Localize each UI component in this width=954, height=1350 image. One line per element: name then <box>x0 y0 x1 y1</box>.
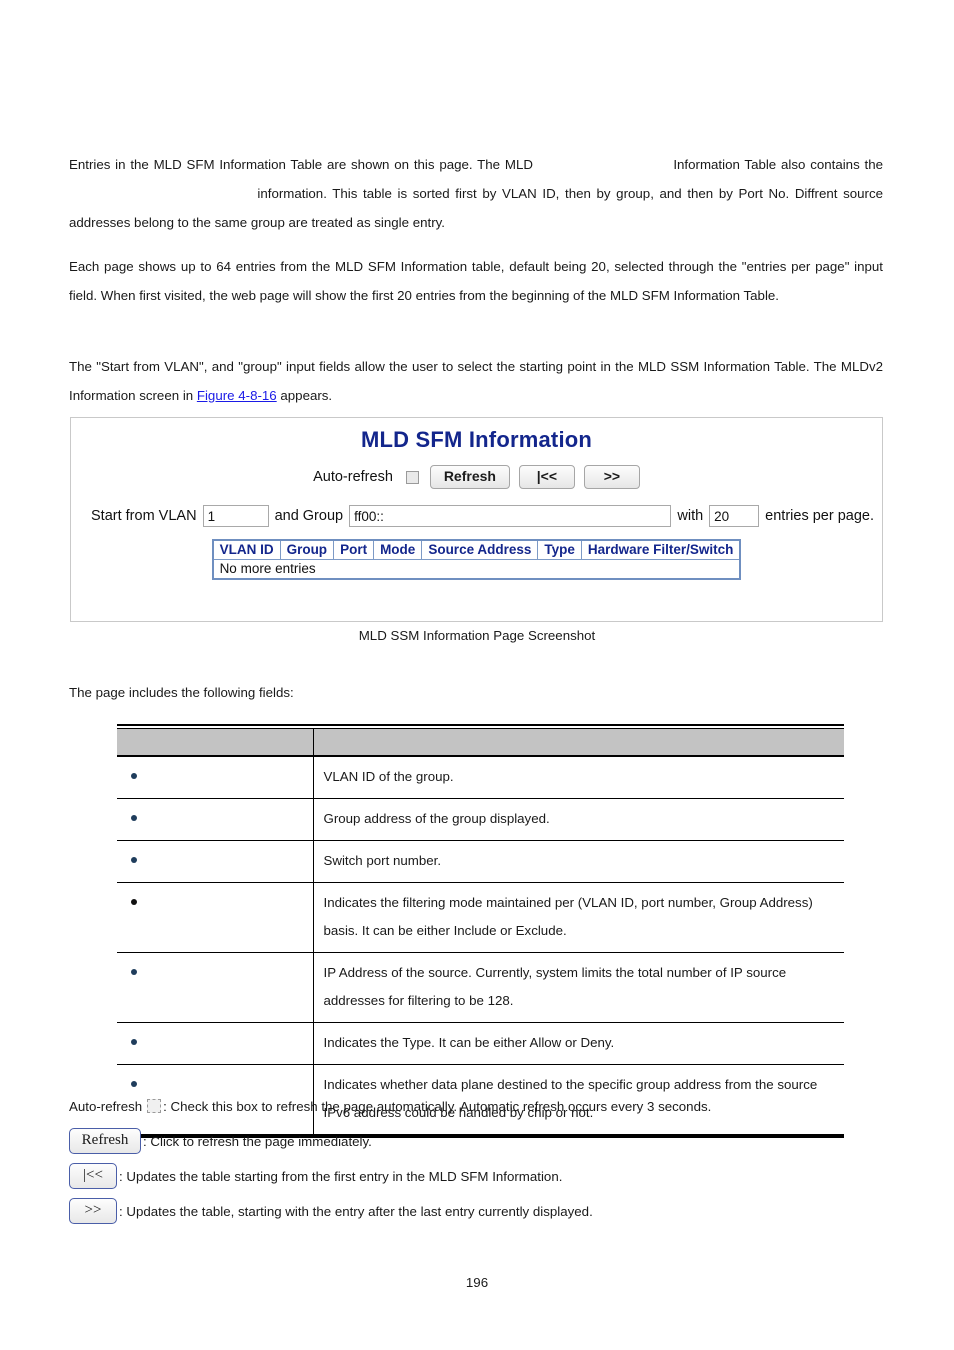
next-page-button[interactable]: >> <box>583 465 640 490</box>
auto-refresh-label: Auto-refresh <box>313 469 393 486</box>
table-row: Indicates the Type. It can be either All… <box>117 1022 844 1065</box>
screenshot-page-title: MLD SFM Information <box>360 427 593 452</box>
field-label-cell <box>117 1022 314 1065</box>
legend-auto-refresh-label: Auto-refresh <box>69 1098 143 1114</box>
entries-per-page-label: entries per page. <box>765 508 874 525</box>
paging-paragraph: Each page shows up to 64 entries from th… <box>69 259 883 303</box>
redacted-gap-1 <box>533 150 673 179</box>
buttons-legend: Auto-refresh : Check this box to refresh… <box>69 1090 889 1227</box>
table-header-row: VLAN ID Group Port Mode Source Address T… <box>212 539 741 561</box>
first-page-button[interactable]: |<< <box>518 465 575 490</box>
legend-refresh-desc: : Click to refresh the page immediately. <box>143 1133 372 1149</box>
page-number: 196 <box>465 1275 489 1290</box>
field-description-cell: VLAN ID of the group. <box>313 756 844 799</box>
legend-first-desc: : Updates the table starting from the fi… <box>119 1168 563 1184</box>
redacted-gap-2 <box>69 179 257 208</box>
th-group: Group <box>279 539 335 561</box>
no-more-entries-cell: No more entries <box>212 559 741 580</box>
figure-caption: MLD SSM Information Page Screenshot <box>358 628 596 643</box>
th-source-address: Source Address <box>421 539 539 561</box>
figure-link[interactable]: Figure 4-8-16 <box>197 388 277 403</box>
group-input[interactable] <box>349 505 672 528</box>
field-label-cell <box>117 798 314 841</box>
legend-refresh: Refresh : Click to refresh the page imme… <box>69 1125 889 1157</box>
startfrom-text-a: The "Start from VLAN", and "group" input… <box>69 359 883 403</box>
screenshot-table-wrapper: VLAN ID Group Port Mode Source Address T… <box>71 539 882 581</box>
screenshot-filter-bar: Start from VLAN and Group with entries p… <box>91 505 874 528</box>
fields-header-description <box>313 728 844 757</box>
field-description-cell: Indicates the Type. It can be either All… <box>313 1022 844 1065</box>
th-vlan-id: VLAN ID <box>212 539 281 561</box>
field-label-cell <box>117 882 314 953</box>
bullet-icon <box>131 1039 137 1046</box>
table-empty-row: No more entries <box>212 559 741 580</box>
fields-table-header-row <box>117 728 844 757</box>
table-row: Switch port number. <box>117 840 844 883</box>
screenshot-toolbar: Auto-refresh Refresh |<< >> <box>71 465 882 490</box>
document-page: Entries in the MLD SFM Information Table… <box>0 0 954 1350</box>
and-group-label: and Group <box>274 508 344 525</box>
first-page-button-icon[interactable]: |<< <box>69 1163 117 1189</box>
auto-refresh-checkbox-icon[interactable] <box>147 1099 162 1113</box>
field-description-cell: Indicates the filtering mode maintained … <box>313 882 844 953</box>
legend-next-desc: : Updates the table, starting with the e… <box>119 1203 593 1219</box>
bullet-icon <box>131 815 137 822</box>
legend-next: >> : Updates the table, starting with th… <box>69 1195 889 1227</box>
table-row: Indicates the filtering mode maintained … <box>117 882 844 953</box>
figure-screenshot: MLD SFM Information Auto-refresh Refresh… <box>70 417 883 622</box>
intro-paragraph: Entries in the MLD SFM Information Table… <box>69 150 883 237</box>
startfrom-paragraph: The "Start from VLAN", and "group" input… <box>69 352 883 410</box>
intro-text-a: Entries in the MLD SFM Information Table… <box>69 157 533 172</box>
mld-sfm-table: VLAN ID Group Port Mode Source Address T… <box>211 539 742 581</box>
bullet-icon <box>131 857 137 864</box>
legend-first: |<< : Updates the table starting from th… <box>69 1160 889 1192</box>
entries-per-page-input[interactable] <box>709 505 760 528</box>
bullet-icon <box>131 899 137 906</box>
legend-auto-refresh: Auto-refresh : Check this box to refresh… <box>69 1090 889 1122</box>
refresh-button[interactable]: Refresh <box>429 465 510 490</box>
startfrom-text-b: appears. <box>276 388 333 403</box>
start-from-vlan-label: Start from VLAN <box>91 508 197 525</box>
refresh-button-icon[interactable]: Refresh <box>69 1128 141 1154</box>
field-description-cell: IP Address of the source. Currently, sys… <box>313 952 844 1023</box>
fields-lead-in: The page includes the following fields: <box>69 685 294 700</box>
legend-auto-refresh-desc: : Check this box to refresh the page aut… <box>163 1098 712 1114</box>
intro-text-b: Information Table also contains the <box>673 157 883 172</box>
table-row: IP Address of the source. Currently, sys… <box>117 952 844 1023</box>
with-label: with <box>677 508 704 525</box>
th-hardware-filter-switch: Hardware Filter/Switch <box>580 539 741 561</box>
fields-description-table: VLAN ID of the group. Group address of t… <box>117 724 844 1138</box>
bullet-icon <box>131 969 137 976</box>
field-description-cell: Group address of the group displayed. <box>313 798 844 841</box>
field-description-cell: Switch port number. <box>313 840 844 883</box>
field-label-cell <box>117 952 314 1023</box>
table-row: Group address of the group displayed. <box>117 798 844 841</box>
start-vlan-input[interactable] <box>202 505 269 528</box>
th-mode: Mode <box>373 539 423 561</box>
table-row: VLAN ID of the group. <box>117 756 844 799</box>
th-port: Port <box>333 539 375 561</box>
auto-refresh-checkbox[interactable] <box>405 470 419 484</box>
bullet-icon <box>131 1081 137 1088</box>
th-type: Type <box>537 539 582 561</box>
field-label-cell <box>117 756 314 799</box>
next-page-button-icon[interactable]: >> <box>69 1198 117 1224</box>
field-label-cell <box>117 840 314 883</box>
bullet-icon <box>131 773 137 780</box>
fields-header-object <box>117 728 314 757</box>
